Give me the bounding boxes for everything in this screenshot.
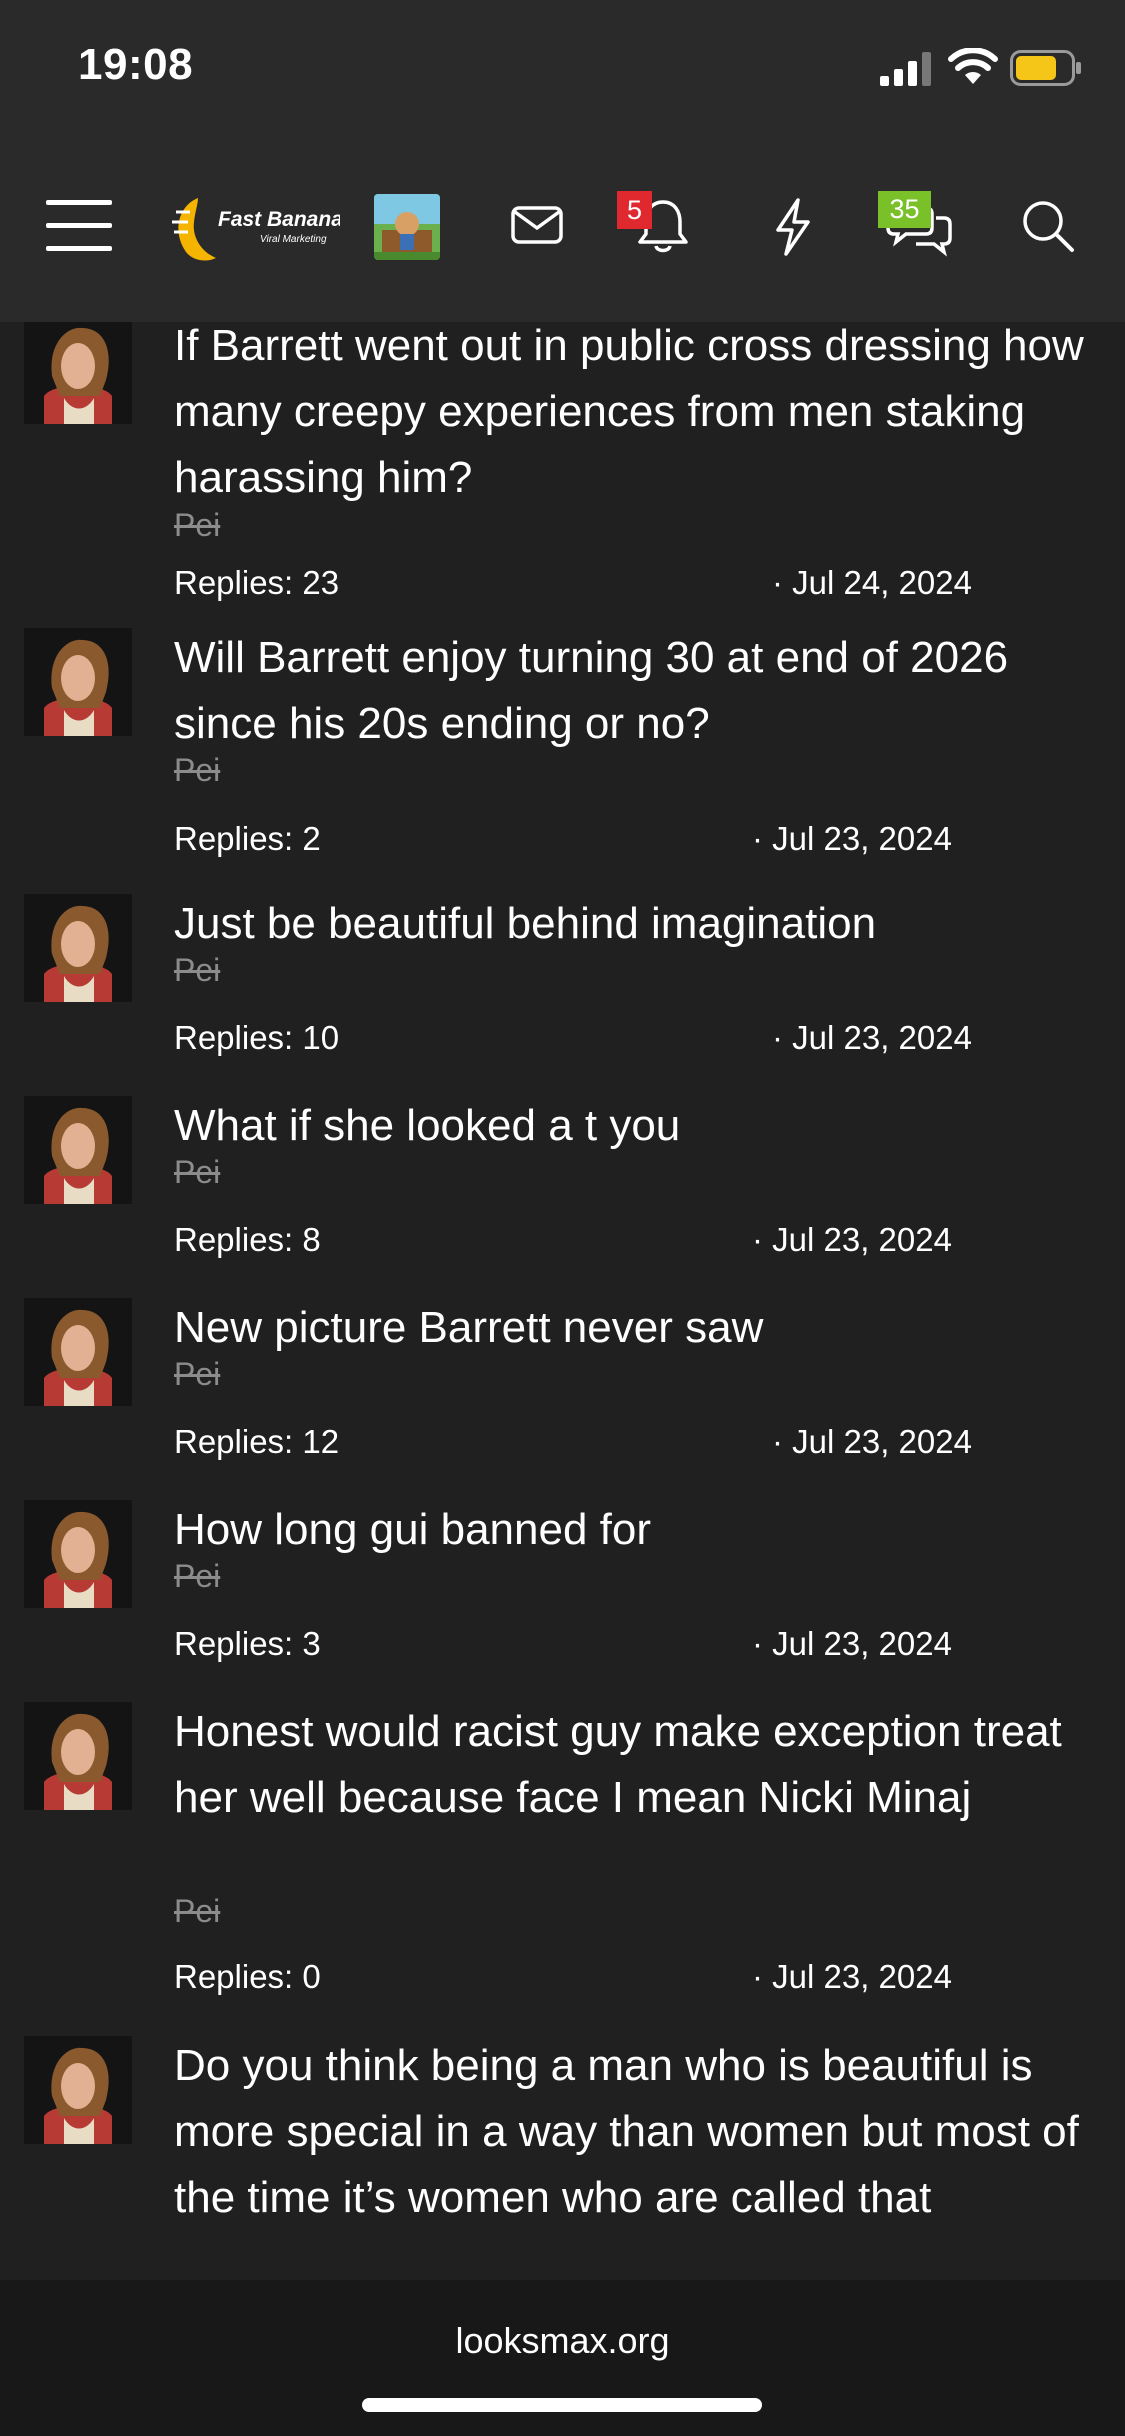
thread-author[interactable]: Pei <box>174 1154 220 1191</box>
user-avatar-image <box>24 1500 132 1608</box>
envelope-icon <box>511 206 563 244</box>
thread-date: · Jul 23, 2024 <box>752 1221 952 1258</box>
search-button[interactable] <box>1018 196 1078 256</box>
thread-item[interactable]: Honest would racist guy make exception t… <box>0 1702 1125 2008</box>
status-time: 19:08 <box>78 40 194 89</box>
wifi-icon <box>948 48 998 84</box>
user-avatar-image <box>24 2036 132 2144</box>
thread-item[interactable]: Will Barrett enjoy turning 30 at end of … <box>0 628 1125 874</box>
avatar[interactable] <box>24 1298 132 1406</box>
thread-date: · Jul 24, 2024 <box>772 564 972 601</box>
banana-logo-icon: Fast Banana Viral Marketing <box>172 198 340 261</box>
avatar[interactable] <box>24 628 132 736</box>
thread-replies: Replies: 3 <box>174 1625 321 1662</box>
thread-title[interactable]: What if she looked a t you <box>174 1093 1094 1159</box>
svg-text:Fast Banana: Fast Banana <box>218 208 340 231</box>
game-thumbnail-image <box>374 194 440 260</box>
status-bar: 19:08 <box>0 0 1125 140</box>
svg-text:Viral Marketing: Viral Marketing <box>260 234 327 245</box>
user-avatar-image <box>24 1702 132 1810</box>
thread-replies: Replies: 23 <box>174 564 340 601</box>
thread-replies: Replies: 12 <box>174 1423 340 1460</box>
thread-date: · Jul 23, 2024 <box>752 1625 952 1662</box>
thread-author[interactable]: Pei <box>174 1893 220 1930</box>
thread-title[interactable]: New picture Barrett never saw <box>174 1295 1094 1361</box>
thread-item[interactable]: New picture Barrett never saw Pei Replie… <box>0 1298 1125 1484</box>
thread-date: · Jul 23, 2024 <box>752 820 952 857</box>
cellular-signal-icon <box>880 52 931 86</box>
url-bar[interactable]: looksmax.org <box>0 2320 1125 2362</box>
game-ad-thumbnail[interactable] <box>374 194 440 260</box>
notification-count-badge: 5 <box>617 191 652 229</box>
menu-icon <box>46 200 112 251</box>
avatar[interactable] <box>24 1500 132 1608</box>
conversation-count-badge: 35 <box>878 191 931 228</box>
avatar[interactable] <box>24 322 132 424</box>
user-avatar-image <box>24 1096 132 1204</box>
home-indicator[interactable] <box>362 2398 762 2412</box>
thread-item[interactable]: Just be beautiful behind imagination Pei… <box>0 894 1125 1080</box>
avatar[interactable] <box>24 894 132 1002</box>
user-avatar-image <box>24 1298 132 1406</box>
thread-author[interactable]: Pei <box>174 1356 220 1393</box>
thread-date: · Jul 23, 2024 <box>772 1423 972 1460</box>
thread-date: · Jul 23, 2024 <box>752 1958 952 1995</box>
thread-list: If Barrett went out in public cross dres… <box>0 322 1125 2280</box>
thread-item[interactable]: If Barrett went out in public cross dres… <box>0 322 1125 612</box>
fast-banana-ad-logo[interactable]: Fast Banana Viral Marketing <box>168 192 340 264</box>
whats-new-button[interactable] <box>766 196 820 258</box>
battery-icon <box>1010 50 1081 86</box>
thread-author[interactable]: Pei <box>174 952 220 989</box>
hamburger-menu-button[interactable] <box>44 196 114 256</box>
search-icon <box>1023 201 1074 252</box>
thread-author[interactable]: Pei <box>174 507 220 544</box>
thread-replies: Replies: 2 <box>174 820 321 857</box>
thread-title[interactable]: How long gui banned for <box>174 1497 1094 1563</box>
thread-replies: Replies: 0 <box>174 1958 321 1995</box>
thread-item[interactable]: Do you think being a man who is beautifu… <box>0 2036 1125 2280</box>
thread-item[interactable]: How long gui banned for Pei Replies: 3 ·… <box>0 1500 1125 1686</box>
thread-date: · Jul 23, 2024 <box>772 1019 972 1056</box>
user-avatar-image <box>24 322 132 424</box>
thread-title[interactable]: If Barrett went out in public cross dres… <box>174 322 1094 511</box>
browser-bottom-bar: looksmax.org <box>0 2280 1125 2436</box>
thread-replies: Replies: 10 <box>174 1019 340 1056</box>
avatar[interactable] <box>24 1702 132 1810</box>
user-avatar-image <box>24 894 132 1002</box>
thread-title[interactable]: Do you think being a man who is beautifu… <box>174 2033 1094 2231</box>
thread-author[interactable]: Pei <box>174 1558 220 1595</box>
inbox-button[interactable] <box>510 198 564 252</box>
thread-replies: Replies: 8 <box>174 1221 321 1258</box>
thread-title[interactable]: Will Barrett enjoy turning 30 at end of … <box>174 625 1094 757</box>
thread-item[interactable]: What if she looked a t you Pei Replies: … <box>0 1096 1125 1282</box>
thread-title[interactable]: Honest would racist guy make exception t… <box>174 1699 1094 1831</box>
thread-author[interactable]: Pei <box>174 752 220 789</box>
avatar[interactable] <box>24 2036 132 2144</box>
thread-title[interactable]: Just be beautiful behind imagination <box>174 891 1094 957</box>
avatar[interactable] <box>24 1096 132 1204</box>
user-avatar-image <box>24 628 132 736</box>
lightning-bolt-icon <box>776 198 810 256</box>
top-navbar: Fast Banana Viral Marketing 5 35 <box>0 140 1125 322</box>
